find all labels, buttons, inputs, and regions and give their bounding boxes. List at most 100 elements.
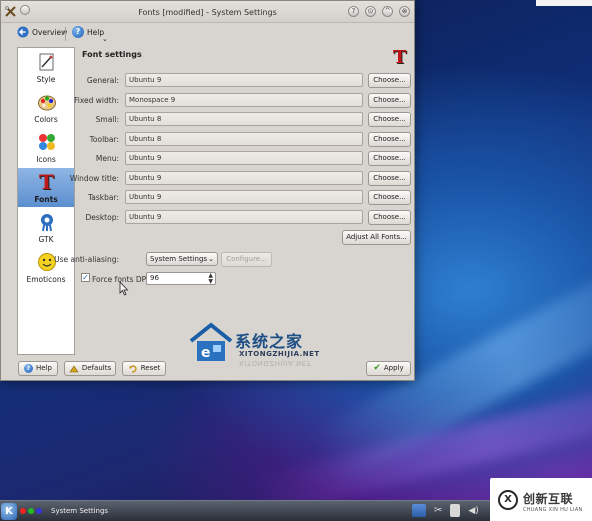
help-button[interactable]: ? Help	[18, 361, 58, 376]
watermark-name: 系统之家	[235, 332, 304, 351]
help-menu-button[interactable]: ? Help	[72, 26, 104, 38]
force-dpi-checkbox[interactable]: ✓	[81, 273, 90, 282]
sidebar-item-style[interactable]: Style	[18, 48, 74, 87]
menu-label: Menu:	[95, 154, 119, 163]
sidebar-item-label: Style	[36, 75, 56, 84]
watermark-logo: e 系统之家 XITONGZHIJIA.NET XITONGZHIJIA.NET	[187, 321, 347, 371]
sidebar-item-fonts[interactable]: TT Fonts	[18, 168, 74, 207]
page-title: Font settings	[82, 50, 142, 59]
sidebar-item-label: Emoticons	[26, 275, 66, 284]
help-icon: ?	[24, 364, 34, 373]
choose-menu-button[interactable]: Choose...	[368, 151, 411, 166]
category-sidebar: Style Colors Icons TT Fonts GTK Emoticon…	[17, 47, 75, 355]
sidebar-item-emoticons[interactable]: Emoticons	[18, 248, 74, 287]
pager-dot-icon	[28, 508, 34, 514]
sidebar-item-label: Fonts	[34, 195, 58, 204]
desktop-pager[interactable]	[20, 508, 42, 514]
help-icon: ?	[72, 26, 84, 38]
clipboard-icon[interactable]	[450, 504, 461, 517]
reset-button[interactable]: Reset	[122, 361, 166, 376]
choose-taskbar-button[interactable]: Choose...	[368, 190, 411, 205]
apply-button-label: Apply	[383, 364, 404, 372]
adjust-all-fonts-button[interactable]: Adjust All Fonts...	[342, 230, 411, 245]
defaults-button[interactable]: Defaults	[64, 361, 116, 376]
overview-button[interactable]: Overview	[17, 26, 67, 38]
defaults-icon	[69, 365, 79, 373]
fixed-width-font-field: Monospace 9	[125, 93, 363, 107]
toolbar-separator	[65, 27, 66, 41]
volume-icon[interactable]: ◀)	[468, 506, 478, 516]
general-label: General:	[86, 76, 119, 85]
overview-label: Overview	[32, 27, 68, 37]
sidebar-item-label: Colors	[34, 115, 58, 124]
chevron-down-icon[interactable]: ⌄	[102, 35, 108, 43]
maximize-icon[interactable]: ^	[382, 6, 393, 17]
small-label: Small:	[95, 115, 119, 124]
anti-aliasing-label: Use anti-aliasing:	[54, 255, 119, 264]
undo-icon	[128, 365, 137, 373]
dpi-spinbox[interactable]: 96 ▲ ▼	[146, 272, 216, 285]
taskbar-label: Taskbar:	[87, 193, 119, 202]
anti-aliasing-select[interactable]: System Settings ⌄	[146, 252, 218, 266]
configure-button[interactable]: Configure...	[221, 252, 272, 267]
svg-text:T: T	[39, 172, 54, 192]
choose-desktop-button[interactable]: Choose...	[368, 210, 411, 225]
chevron-down-icon: ⌄	[208, 255, 214, 263]
fonts-icon: TT	[39, 172, 55, 192]
spin-arrows-icon[interactable]: ▲ ▼	[208, 273, 213, 285]
fonts-icon: T	[393, 47, 407, 68]
choose-toolbar-button[interactable]: Choose...	[368, 132, 411, 147]
watermark-site: XITONGZHIJIA.NET	[239, 350, 320, 358]
taskbar-item-system-settings[interactable]: System Settings	[51, 507, 108, 515]
brand-name: 创新互联	[523, 492, 574, 506]
choose-small-button[interactable]: Choose...	[368, 112, 411, 127]
reset-button-label: Reset	[140, 364, 161, 372]
taskbar-font-field: Ubuntu 9	[125, 190, 363, 204]
house-logo-icon: e	[189, 322, 233, 361]
desktop-label: Desktop:	[85, 213, 119, 222]
toolbar: Overview ? Help ⌄	[1, 23, 414, 45]
application-launcher-icon[interactable]: K	[1, 503, 17, 520]
icons-icon	[39, 134, 55, 150]
scissors-icon[interactable]: ✂	[434, 505, 442, 516]
anti-aliasing-value: System Settings	[150, 255, 208, 263]
corner-brand-logo: X 创新互联 CHUANG XIN HU LIAN	[490, 478, 592, 521]
small-font-field: Ubuntu 8	[125, 112, 363, 126]
choose-window-title-button[interactable]: Choose...	[368, 171, 411, 186]
sidebar-item-label: GTK	[38, 235, 54, 244]
help-icon[interactable]: ?	[348, 6, 359, 17]
system-settings-window: Fonts [modified] - System Settings ? ⊙ ^…	[0, 0, 415, 381]
toolbar-font-field: Ubuntu 8	[125, 132, 363, 146]
choose-fixed-width-button[interactable]: Choose...	[368, 93, 411, 108]
sidebar-item-label: Icons	[36, 155, 56, 164]
colors-icon	[38, 95, 56, 111]
close-icon[interactable]: ⊗	[399, 6, 410, 17]
window-title-label: Window title:	[69, 174, 119, 183]
sidebar-item-icons[interactable]: Icons	[18, 128, 74, 167]
watermark-reflection: XITONGZHIJIA.NET	[239, 359, 312, 367]
screen-icon[interactable]	[412, 504, 426, 517]
sidebar-item-gtk[interactable]: GTK	[18, 208, 74, 247]
desktop-font-field: Ubuntu 9	[125, 210, 363, 224]
dpi-value: 96	[150, 274, 159, 282]
mouse-cursor-icon	[119, 281, 129, 296]
sidebar-item-colors[interactable]: Colors	[18, 88, 74, 127]
choose-general-button[interactable]: Choose...	[368, 73, 411, 88]
svg-text:e: e	[201, 345, 211, 361]
style-icon	[39, 53, 54, 71]
general-font-field: Ubuntu 9	[125, 73, 363, 87]
titlebar: Fonts [modified] - System Settings ? ⊙ ^…	[1, 1, 414, 23]
back-arrow-icon	[17, 26, 29, 38]
help-button-label: Help	[36, 364, 52, 372]
gtk-icon	[41, 214, 53, 232]
toolbar-label: Toolbar:	[89, 135, 119, 144]
desktop-corner	[536, 0, 592, 6]
pager-dot-icon	[36, 508, 42, 514]
minimize-icon[interactable]: ⊙	[365, 6, 376, 17]
fixed-width-label: Fixed width:	[73, 96, 119, 105]
brand-subtitle: CHUANG XIN HU LIAN	[523, 507, 583, 513]
apply-button[interactable]: ✔ Apply	[366, 361, 411, 376]
system-tray: ✂ ◀)	[412, 504, 479, 517]
checkmark-icon: ✔	[373, 363, 381, 373]
menu-font-field: Ubuntu 9	[125, 151, 363, 165]
